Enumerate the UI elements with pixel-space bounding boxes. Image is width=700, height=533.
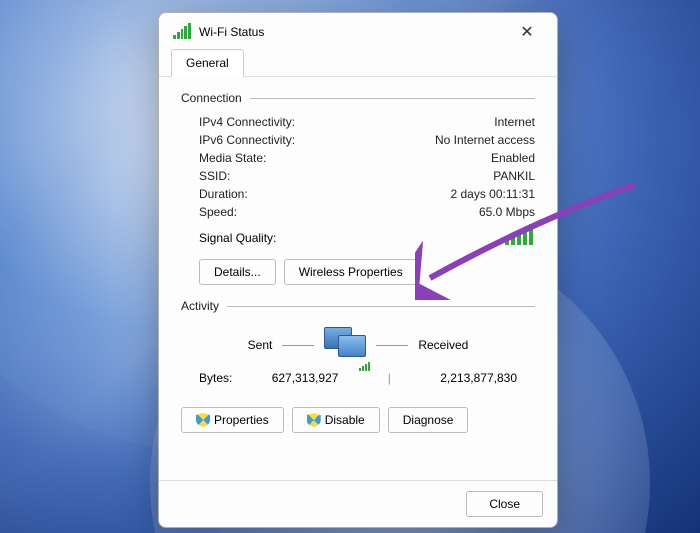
media-state-row: Media State: Enabled: [181, 149, 535, 167]
duration-label: Duration:: [199, 187, 248, 201]
bytes-label: Bytes:: [199, 371, 232, 385]
speed-value: 65.0 Mbps: [479, 205, 535, 219]
media-state-label: Media State:: [199, 151, 266, 165]
tab-general[interactable]: General: [171, 49, 244, 77]
details-button[interactable]: Details...: [199, 259, 276, 285]
wireless-properties-button[interactable]: Wireless Properties: [284, 259, 418, 285]
bytes-received-value: 2,213,877,830: [440, 371, 517, 385]
ipv6-row: IPv6 Connectivity: No Internet access: [181, 131, 535, 149]
diagnose-button[interactable]: Diagnose: [388, 407, 469, 433]
close-icon[interactable]: ✕: [509, 19, 545, 45]
activity-graphic: Sent Received: [181, 321, 535, 367]
dialog-content: Connection IPv4 Connectivity: Internet I…: [159, 77, 557, 480]
media-state-value: Enabled: [491, 151, 535, 165]
divider: [250, 98, 535, 99]
signal-quality-row: Signal Quality:: [181, 221, 535, 251]
speed-row: Speed: 65.0 Mbps: [181, 203, 535, 221]
received-line: [376, 345, 408, 346]
properties-label: Properties: [214, 413, 269, 427]
connection-button-row: Details... Wireless Properties: [181, 251, 535, 293]
signal-bars-icon: [505, 225, 535, 245]
network-computers-icon: [324, 327, 366, 363]
properties-button[interactable]: Properties: [181, 407, 284, 433]
speed-label: Speed:: [199, 205, 237, 219]
activity-section-header: Activity: [181, 299, 535, 313]
titlebar[interactable]: Wi-Fi Status ✕: [159, 13, 557, 51]
connection-section-header: Connection: [181, 91, 535, 105]
activity-section: Activity Sent Received Bytes: 627,313,92…: [181, 299, 535, 441]
sent-label: Sent: [248, 338, 273, 352]
separator: |: [378, 371, 401, 385]
shield-icon: [307, 413, 321, 427]
duration-value: 2 days 00:11:31: [450, 187, 535, 201]
shield-icon: [196, 413, 210, 427]
ipv6-label: IPv6 Connectivity:: [199, 133, 295, 147]
wifi-signal-icon: [173, 25, 191, 39]
ipv4-label: IPv4 Connectivity:: [199, 115, 295, 129]
ipv4-value: Internet: [494, 115, 535, 129]
tab-strip: General: [159, 49, 557, 77]
connection-label: Connection: [181, 91, 242, 105]
ssid-value: PANKIL: [493, 169, 535, 183]
close-button[interactable]: Close: [466, 491, 543, 517]
signal-quality-label: Signal Quality:: [199, 231, 276, 245]
dialog-footer: Close: [159, 480, 557, 527]
bytes-row: Bytes: 627,313,927 | 2,213,877,830: [181, 367, 535, 389]
disable-button[interactable]: Disable: [292, 407, 380, 433]
bytes-sent-value: 627,313,927: [272, 371, 339, 385]
duration-row: Duration: 2 days 00:11:31: [181, 185, 535, 203]
sent-line: [282, 345, 314, 346]
activity-label: Activity: [181, 299, 219, 313]
activity-button-row: Properties Disable Diagnose: [181, 399, 535, 441]
divider: [227, 306, 535, 307]
ipv6-value: No Internet access: [435, 133, 535, 147]
ssid-row: SSID: PANKIL: [181, 167, 535, 185]
disable-label: Disable: [325, 413, 365, 427]
ipv4-row: IPv4 Connectivity: Internet: [181, 113, 535, 131]
received-label: Received: [418, 338, 468, 352]
window-title: Wi-Fi Status: [199, 25, 509, 39]
ssid-label: SSID:: [199, 169, 230, 183]
wifi-status-dialog: Wi-Fi Status ✕ General Connection IPv4 C…: [158, 12, 558, 528]
